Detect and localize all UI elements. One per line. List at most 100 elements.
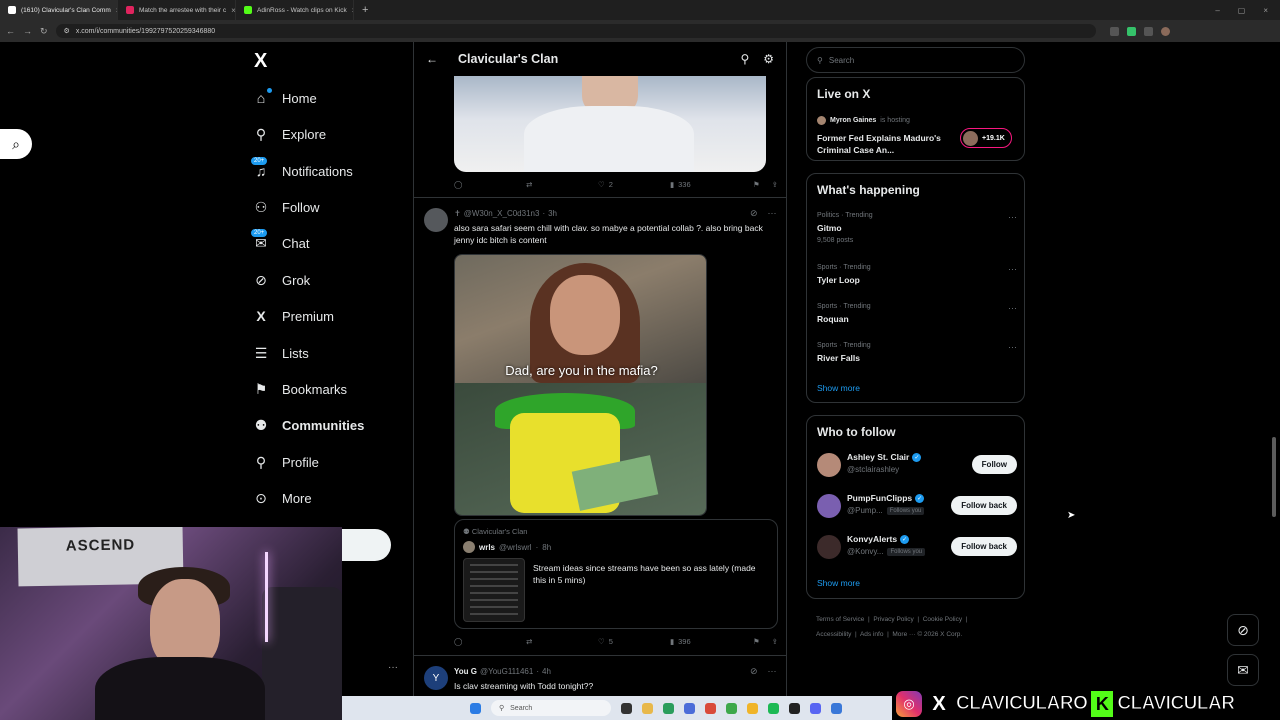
sidebar-item-grok[interactable]: ⊘ Grok <box>252 271 310 289</box>
trend-item[interactable]: Politics · Trending Gitmo 9,508 posts ··· <box>817 212 1017 244</box>
trend-item[interactable]: Sports · Trending River Falls ··· <box>817 342 1017 363</box>
footer-link[interactable]: Ads info <box>860 631 884 638</box>
extension-icon[interactable] <box>1143 26 1153 36</box>
discord-icon[interactable] <box>810 702 821 714</box>
minimize-icon[interactable]: – <box>1215 6 1219 15</box>
messages-fab-button[interactable]: ✉ <box>1227 654 1259 686</box>
browser-tab-1[interactable]: (1610) Clavicular's Clan Comm× <box>0 0 118 20</box>
like-button[interactable]: ♡ 5 <box>598 637 670 646</box>
app-icon[interactable] <box>705 702 716 714</box>
repost-button[interactable]: ⇄ <box>526 637 598 646</box>
more-icon[interactable]: ··· <box>1008 342 1017 352</box>
host-name[interactable]: Myron Gaines <box>830 117 876 124</box>
taskbar-search[interactable]: ⚲ Search <box>491 700 611 716</box>
back-icon[interactable]: ← <box>6 26 15 36</box>
browser-tab-2[interactable]: Match the arrestee with their c × <box>118 0 236 20</box>
chrome-icon[interactable] <box>747 702 758 714</box>
sidebar-item-more[interactable]: ⊙ More <box>252 489 312 507</box>
back-arrow-icon[interactable]: ← <box>426 52 438 66</box>
forward-icon[interactable]: → <box>23 26 32 36</box>
browser-tab-3[interactable]: AdinRoss - Watch clips on Kick× <box>236 0 354 20</box>
share-icon[interactable]: ⇪ <box>772 180 778 189</box>
grok-icon[interactable]: ⊘ <box>750 666 758 677</box>
views-button[interactable]: ▮ 396 <box>670 637 742 646</box>
post-button[interactable] <box>342 529 391 561</box>
post-image[interactable] <box>454 76 766 172</box>
post-handle[interactable]: @YouG111461 <box>480 667 533 676</box>
site-info-icon[interactable]: ⚙ <box>64 27 70 35</box>
grok-icon[interactable]: ⊘ <box>750 208 758 219</box>
follow-suggestion[interactable]: Ashley St. Clair ✓ @stclairashley Follow <box>817 450 1017 480</box>
quoted-post[interactable]: ⚉ Clavicular's Clan wrls @wrlswrl · 8h Stre… <box>454 519 778 629</box>
sidebar-item-follow[interactable]: ⚇ Follow <box>252 198 320 216</box>
more-icon[interactable]: ··· <box>1008 303 1017 313</box>
post-name[interactable]: You G <box>454 667 477 676</box>
x-logo-icon[interactable]: X <box>254 50 267 73</box>
post-handle[interactable]: @W30n_X_C0d31n3 <box>464 209 540 218</box>
more-icon[interactable]: ··· <box>768 208 777 219</box>
share-icon[interactable]: ⇪ <box>772 637 778 646</box>
app-icon[interactable] <box>831 702 842 714</box>
profile-avatar-icon[interactable] <box>1160 26 1170 36</box>
sidebar-item-profile[interactable]: ⚲ Profile <box>252 453 319 471</box>
sidebar-item-notifications[interactable]: ♫ 20+ Notifications <box>250 156 353 180</box>
listener-pill[interactable]: +19.1K <box>960 128 1012 148</box>
more-icon[interactable]: ··· <box>1008 212 1017 222</box>
show-more-link[interactable]: Show more <box>817 578 860 588</box>
bookmark-icon[interactable]: ⚑ <box>753 637 760 646</box>
views-button[interactable]: ▮ 336 <box>670 180 742 189</box>
sidebar-item-lists[interactable]: ☰ Lists <box>252 344 309 362</box>
task-view-icon[interactable] <box>621 702 632 714</box>
sidebar-item-premium[interactable]: X Premium <box>252 307 334 325</box>
footer-link[interactable]: More ··· <box>892 631 915 638</box>
zoom-lens-icon[interactable]: ⌕ <box>0 129 32 159</box>
address-bar[interactable]: ⚙ x.com/i/communities/1992797520259346880 <box>55 24 1096 38</box>
start-icon[interactable] <box>470 702 481 714</box>
close-window-icon[interactable]: × <box>1263 6 1268 15</box>
follow-back-button[interactable]: Follow back <box>951 496 1017 515</box>
trend-item[interactable]: Sports · Trending Tyler Loop ··· <box>817 264 1017 285</box>
search-icon[interactable]: ⚲ <box>740 52 749 66</box>
sidebar-item-home[interactable]: ⌂ Home <box>252 88 317 107</box>
post-image[interactable]: Dad, are you in the mafia? <box>454 254 707 516</box>
footer-link[interactable]: Terms of Service <box>816 616 864 623</box>
extension-icon[interactable] <box>1109 26 1119 36</box>
post-time[interactable]: 4h <box>542 667 551 676</box>
footer-link[interactable]: Cookie Policy <box>923 616 962 623</box>
follow-back-button[interactable]: Follow back <box>951 537 1017 556</box>
footer-link[interactable]: Accessibility <box>816 631 851 638</box>
reload-icon[interactable]: ↻ <box>40 26 48 37</box>
reply-button[interactable]: ◯ <box>454 180 526 189</box>
avatar[interactable] <box>424 208 448 232</box>
app-icon[interactable] <box>663 702 674 714</box>
sidebar-item-chat[interactable]: ✉ 20+ Chat <box>250 228 309 252</box>
app-icon[interactable] <box>726 702 737 714</box>
reply-button[interactable]: ◯ <box>454 637 526 646</box>
sidebar-item-communities[interactable]: ⚉ Communities <box>252 416 365 434</box>
follow-suggestion[interactable]: KonvyAlerts ✓ @Konvy... Follows you Follow b… <box>817 532 1017 562</box>
follow-suggestion[interactable]: PumpFunClipps ✓ @Pump... Follows you Follow … <box>817 491 1017 521</box>
search-input[interactable]: ⚲ Search <box>806 47 1025 73</box>
new-tab-button[interactable]: + <box>354 4 376 16</box>
space-title[interactable]: Former Fed Explains Maduro's Criminal Ca… <box>817 132 952 156</box>
more-icon[interactable]: ··· <box>388 662 398 673</box>
footer-link[interactable]: Privacy Policy <box>873 616 913 623</box>
extension-icon[interactable] <box>1126 26 1136 36</box>
post-time[interactable]: 3h <box>548 209 557 218</box>
follow-button[interactable]: Follow <box>971 455 1017 474</box>
explorer-icon[interactable] <box>642 702 653 714</box>
spotify-icon[interactable] <box>768 702 779 714</box>
sidebar-item-explore[interactable]: ⚲ Explore <box>252 125 326 143</box>
repost-button[interactable]: ⇄ <box>526 180 598 189</box>
sidebar-item-bookmarks[interactable]: ⚑ Bookmarks <box>252 380 347 398</box>
scrollbar[interactable] <box>1272 437 1276 517</box>
like-button[interactable]: ♡ 2 <box>598 180 670 189</box>
app-icon[interactable] <box>789 702 800 714</box>
maximize-icon[interactable]: ▢ <box>1238 6 1246 15</box>
grok-fab-button[interactable]: ⊘ <box>1227 614 1259 646</box>
trend-item[interactable]: Sports · Trending Roquan ··· <box>817 303 1017 324</box>
show-more-link[interactable]: Show more <box>817 383 860 393</box>
app-icon[interactable] <box>684 702 695 714</box>
avatar[interactable]: Y <box>424 666 448 690</box>
more-icon[interactable]: ··· <box>768 666 777 677</box>
